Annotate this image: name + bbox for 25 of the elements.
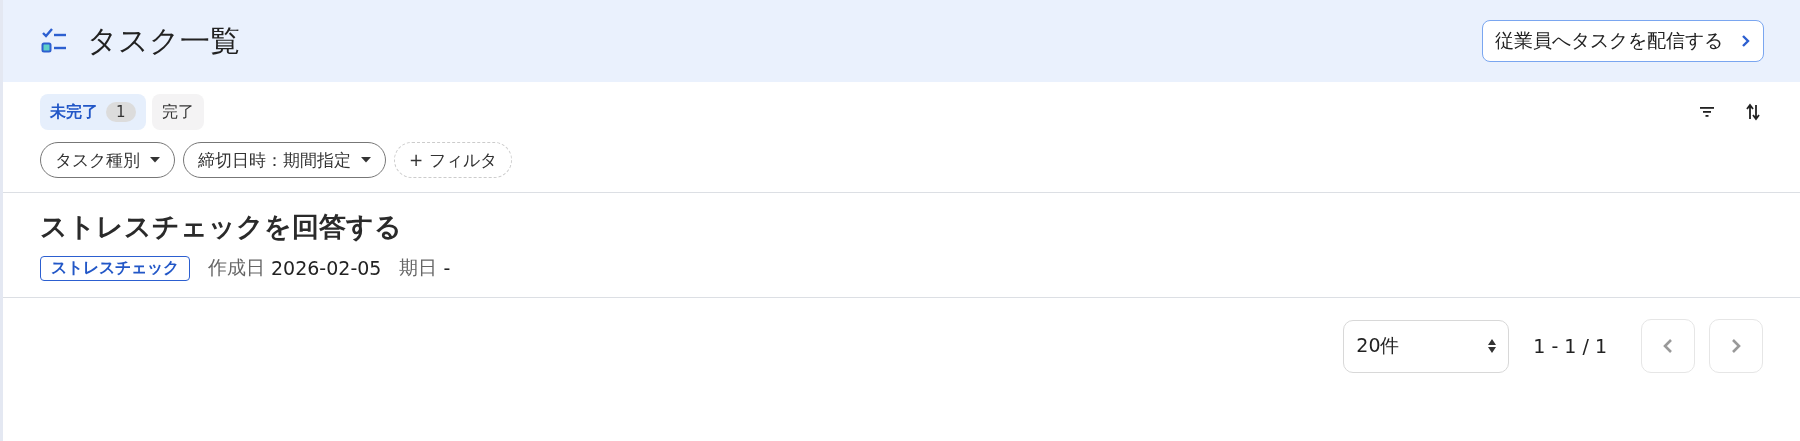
updown-caret-icon [1488, 339, 1497, 353]
filter-dropdown[interactable]: タスク種別 [40, 142, 175, 178]
caret-down-icon [150, 157, 160, 163]
due-label: 期日 [399, 255, 438, 280]
created-label: 作成日 [208, 255, 265, 280]
page-size-select[interactable]: 20件 [1343, 319, 1510, 373]
distribute-task-button[interactable]: 従業員へタスクを配信する [1482, 20, 1764, 62]
status-tab[interactable]: 未完了 1 [40, 94, 146, 130]
filter-dropdown[interactable]: 締切日時：期間指定 [183, 142, 386, 178]
task-title[interactable]: ストレスチェックを回答する [40, 209, 1763, 245]
chevron-right-icon [1731, 338, 1741, 354]
chevron-right-icon [1741, 34, 1751, 48]
page-range: 1 - 1 / 1 [1533, 335, 1607, 357]
caret-down-icon [361, 157, 371, 163]
add-filter-button[interactable]: + フィルタ [394, 142, 512, 178]
chevron-left-icon [1663, 338, 1673, 354]
created-date: 2026-02-05 [271, 257, 382, 279]
task-type-tag: ストレスチェック [40, 255, 190, 281]
filter-icon [1700, 106, 1714, 118]
count-badge: 1 [106, 102, 136, 122]
sort-arrows-icon [1746, 103, 1760, 121]
page-title: タスク一覧 [87, 21, 240, 60]
checklist-icon [41, 28, 67, 54]
status-tab[interactable]: 完了 [151, 94, 204, 130]
due-date: - [443, 257, 451, 279]
